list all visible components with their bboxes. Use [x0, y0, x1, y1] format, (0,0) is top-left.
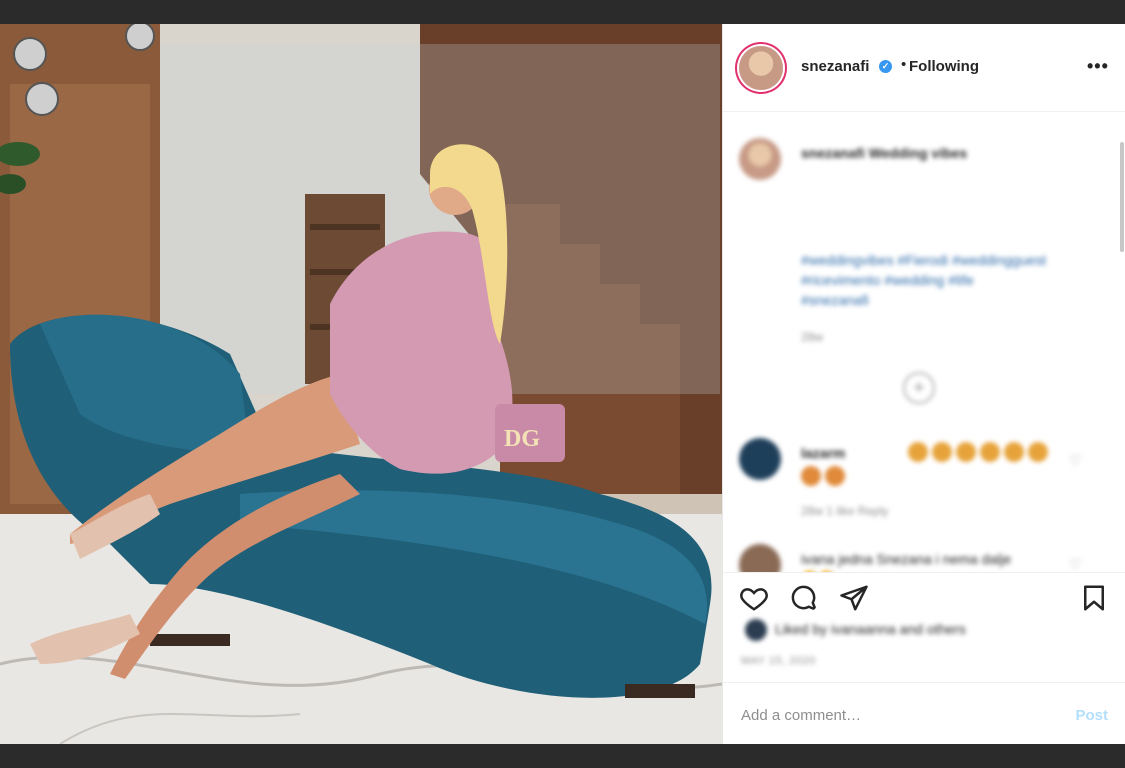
- verified-badge-icon: ✓: [879, 60, 892, 73]
- caption-hashtags-line-3[interactable]: #snezanafi: [801, 292, 869, 308]
- instagram-post-window: DG snezanafi ✓ • Following ••• snezanafi…: [0, 24, 1125, 744]
- likes-count[interactable]: Liked by ivanaanna and others: [775, 621, 966, 637]
- comment-like-heart-icon-2[interactable]: ♡: [1069, 556, 1082, 572]
- post-side-panel: snezanafi ✓ • Following ••• snezanafi We…: [722, 24, 1125, 744]
- following-button[interactable]: Following: [909, 58, 979, 75]
- save-bookmark-icon[interactable]: [1079, 583, 1109, 613]
- post-header: snezanafi ✓ • Following •••: [723, 24, 1125, 112]
- comment-emoji-row-2: [801, 466, 845, 486]
- load-more-comments-button[interactable]: +: [903, 372, 935, 404]
- comment-emoji-row: [908, 442, 1048, 462]
- comment-meta[interactable]: 28w 1 like Reply: [801, 504, 888, 518]
- caption-hashtags-line-1[interactable]: #weddingvibes #Fierodi #weddingguest: [801, 252, 1046, 268]
- caption-hashtags-line-2[interactable]: #ricevimento #wedding #life: [801, 272, 974, 288]
- caption-avatar[interactable]: [739, 138, 781, 180]
- add-comment-input[interactable]: Add a comment…: [741, 707, 861, 724]
- caption-text: snezanafi Wedding vibes: [801, 145, 968, 161]
- comment-username[interactable]: lazarm: [801, 445, 845, 461]
- comment-text-2: ivana jedna Snezana i nema dalje: [801, 551, 1012, 567]
- add-comment-bar: Add a comment… Post: [723, 682, 1125, 744]
- post-comment-button[interactable]: Post: [1075, 707, 1108, 724]
- post-date[interactable]: MAY 15, 2020: [741, 655, 816, 667]
- more-options-icon[interactable]: •••: [1087, 56, 1109, 77]
- comments-scrollbar[interactable]: [1120, 142, 1124, 252]
- post-photo[interactable]: DG: [0, 24, 722, 744]
- post-photo-illustration: [0, 24, 722, 744]
- author-avatar[interactable]: [739, 46, 783, 90]
- comment-avatar[interactable]: [739, 438, 781, 480]
- header-separator: •: [901, 56, 907, 73]
- liker-avatar[interactable]: [745, 619, 767, 641]
- like-heart-icon[interactable]: [739, 583, 769, 613]
- comments-list[interactable]: snezanafi Wedding vibes #weddingvibes #F…: [723, 112, 1125, 572]
- share-paper-plane-icon[interactable]: [839, 583, 869, 613]
- post-actions-bar: Liked by ivanaanna and others MAY 15, 20…: [723, 572, 1125, 682]
- author-username[interactable]: snezanafi: [801, 58, 869, 75]
- comment-bubble-icon[interactable]: [789, 583, 819, 613]
- comment-like-heart-icon[interactable]: ♡: [1069, 452, 1082, 469]
- comment-avatar-2[interactable]: [739, 544, 781, 572]
- bag-logo: DG: [504, 426, 540, 452]
- caption-timestamp: 28w: [801, 330, 824, 344]
